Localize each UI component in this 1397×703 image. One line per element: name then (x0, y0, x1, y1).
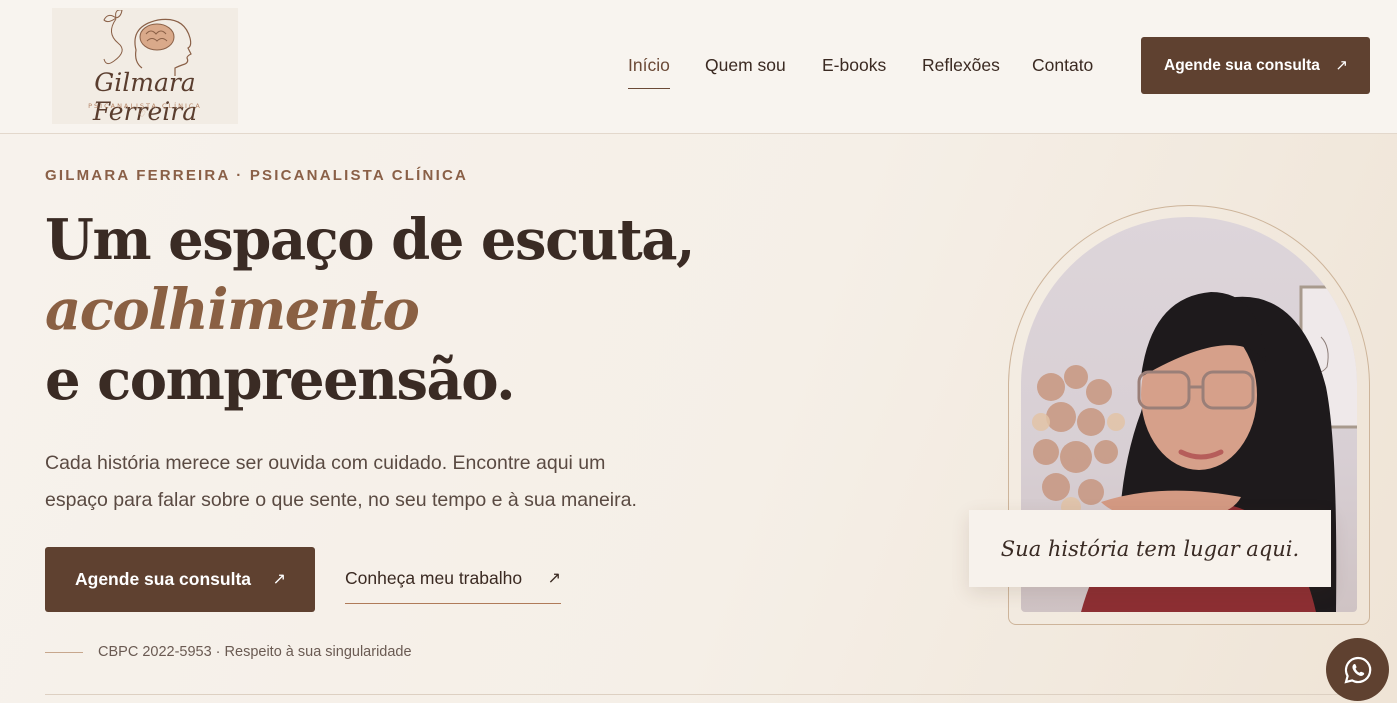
schedule-button-label: Agende sua consulta (1164, 56, 1320, 74)
section-divider (45, 694, 1350, 695)
arrow-up-right-icon: ↗ (547, 570, 561, 587)
nav-item-contato[interactable]: Contato (1032, 55, 1093, 76)
nav-item-ebooks[interactable]: E-books (822, 55, 886, 76)
hero-eyebrow: GILMARA FERREIRA · PSICANALISTA CLÍNICA (45, 167, 469, 184)
whatsapp-icon (1343, 656, 1371, 684)
site-header: Gilmara Ferreira PSICANALISTA CLÍNICA ♡ … (0, 0, 1397, 134)
nav-item-quem-sou[interactable]: Quem sou (705, 55, 786, 76)
nav-item-reflexoes[interactable]: Reflexões (922, 55, 1000, 76)
hero-headline: Um espaço de escuta, acolhimento e compr… (45, 205, 696, 415)
nav-item-inicio[interactable]: Início (628, 55, 670, 89)
arrow-up-right-icon: ↗ (272, 571, 286, 588)
headline-line-1: Um espaço de escuta, (45, 207, 696, 273)
headline-line-3: e compreensão. (45, 347, 516, 413)
quote-card: Sua história tem lugar aqui. (969, 510, 1331, 587)
logo-subtitle: PSICANALISTA CLÍNICA (88, 102, 202, 110)
heart-icon: ♡ (138, 110, 147, 120)
schedule-button-hero-label: Agende sua consulta (75, 569, 252, 589)
whatsapp-button[interactable] (1326, 638, 1389, 701)
headline-accent: acolhimento (45, 277, 420, 343)
registration-text: CBPC 2022-5953 · Respeito à sua singular… (98, 644, 412, 660)
head-brain-butterfly-icon (103, 10, 192, 76)
divider (45, 652, 83, 653)
learn-more-label: Conheça meu trabalho (345, 568, 523, 588)
schedule-button-header[interactable]: Agende sua consulta ↗ (1141, 37, 1370, 94)
arrow-up-right-icon: ↗ (1335, 57, 1348, 74)
learn-more-link[interactable]: Conheça meu trabalho ↗ (345, 568, 561, 604)
hero-lead: Cada história merece ser ouvida com cuid… (45, 452, 637, 511)
schedule-button-hero[interactable]: Agende sua consulta ↗ (45, 547, 315, 612)
logo[interactable]: Gilmara Ferreira PSICANALISTA CLÍNICA ♡ (52, 8, 238, 126)
quote-text: Sua história tem lugar aqui. (1000, 536, 1300, 561)
